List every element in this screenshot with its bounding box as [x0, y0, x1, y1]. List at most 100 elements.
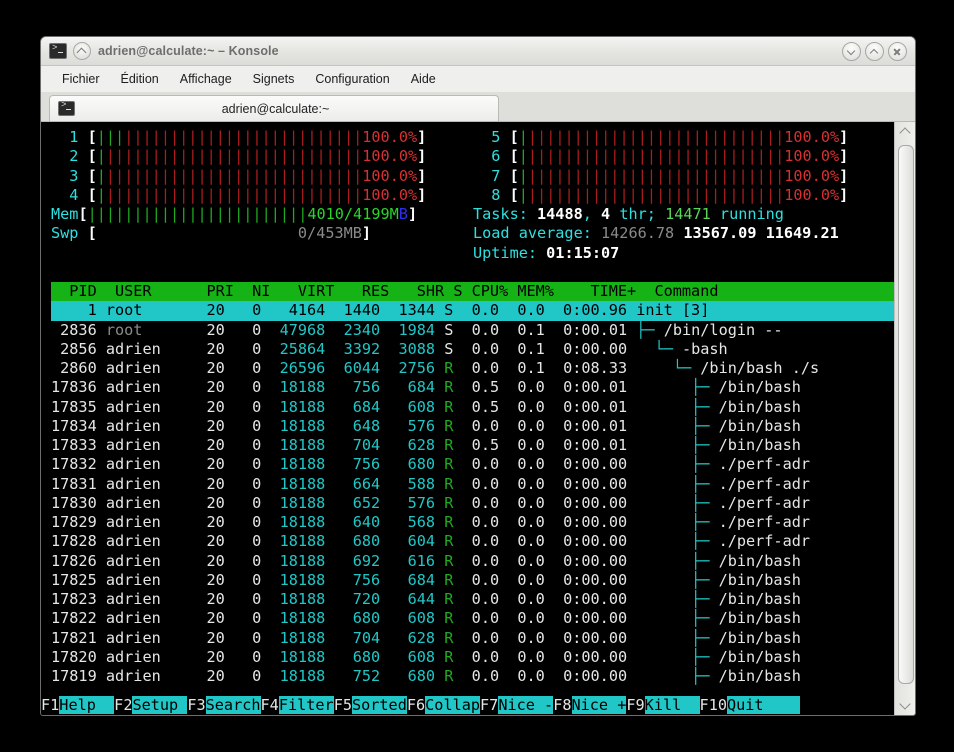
minimize-button[interactable] [842, 42, 861, 61]
cell-tree: ├─ [636, 320, 664, 339]
cell-tree: ├─ [636, 474, 719, 493]
cell-res: 3392 [334, 339, 390, 358]
terminal-area: 1 [|||||||||||||||||||||||||||||100.0%] … [41, 121, 915, 715]
fkey-f9-key[interactable]: F9 [626, 695, 645, 714]
tasks-thr-count: 4 [601, 205, 611, 223]
cell-cpu: 0.0 [462, 513, 509, 531]
table-row[interactable]: 17823 adrien 20 0 18188 720 644 R 0.0 0.… [51, 590, 894, 609]
table-row[interactable]: 17820 adrien 20 0 18188 680 608 R 0.0 0.… [51, 648, 894, 667]
meter-cell-high: | [738, 185, 748, 204]
menu-aide[interactable]: Aide [402, 70, 445, 88]
scrollbar-thumb[interactable] [898, 145, 914, 684]
fkey-f5-key[interactable]: F5 [333, 695, 352, 714]
fkey-f7-label[interactable]: Nice - [498, 695, 554, 714]
fkey-f9-label[interactable]: Kill [644, 695, 700, 714]
fkey-f6-key[interactable]: F6 [406, 695, 426, 714]
meter-row: Swp [ 0/453MB] [51, 224, 473, 243]
tab-adrien-calculate[interactable]: adrien@calculate:~ [49, 95, 499, 121]
menu-fichier[interactable]: Fichier [53, 70, 109, 88]
meter-cell-high: | [765, 185, 776, 204]
cell-time: 0:08.33 [553, 359, 637, 377]
fkey-f3-label[interactable]: Search [205, 695, 261, 714]
menu-signets[interactable]: Signets [244, 70, 304, 88]
htop-screen[interactable]: 1 [|||||||||||||||||||||||||||||100.0%] … [41, 122, 894, 715]
cpu-meter-value: 100.0% [362, 128, 418, 146]
window-titlebar[interactable]: adrien@calculate:~ – Konsole [41, 37, 915, 66]
mem-cell: | [179, 205, 189, 223]
fkey-f5-label[interactable]: Sorted [351, 695, 407, 714]
fkey-f7-key[interactable]: F7 [480, 695, 499, 714]
cell-cpu: 0.0 [462, 416, 509, 435]
fkey-f1-label[interactable]: Help [59, 695, 115, 714]
fkey-f8-key[interactable]: F8 [553, 695, 572, 714]
menu-edition[interactable]: Édition [112, 70, 168, 88]
table-row[interactable]: 17831 adrien 20 0 18188 664 588 R 0.0 0.… [51, 475, 894, 494]
cell-virt: 18188 [270, 455, 335, 474]
meter-cell-high: | [674, 128, 684, 146]
menubar: Fichier Édition Affichage Signets Config… [41, 66, 915, 93]
meter-cell-high: | [591, 128, 602, 146]
meter-cell-high: | [628, 147, 638, 166]
cell-ni: 0 [233, 532, 271, 551]
cell-shr: 680 [389, 455, 445, 474]
meter-cell-high: | [619, 166, 629, 185]
fkey-f6-label[interactable]: Collap [425, 695, 481, 714]
cell-command: /bin/bash [718, 667, 801, 685]
table-row[interactable]: 17833 adrien 20 0 18188 704 628 R 0.5 0.… [51, 436, 894, 455]
cell-pri: 20 [197, 436, 234, 454]
mem-cell: | [96, 205, 106, 223]
scroll-down-icon[interactable] [897, 699, 913, 713]
meter-cell-high: | [325, 128, 335, 146]
shade-icon[interactable] [73, 42, 91, 60]
menu-affichage[interactable]: Affichage [171, 70, 241, 88]
cell-command: ./perf-adr [718, 474, 810, 493]
terminal-scrollbar[interactable] [894, 122, 915, 715]
meter-cell-high: | [527, 128, 538, 146]
table-row[interactable]: 2836 root 20 0 47968 2340 1984 S 0.0 0.1… [51, 321, 894, 340]
fkey-f2-label[interactable]: Setup [132, 695, 188, 714]
table-row[interactable]: 17829 adrien 20 0 18188 640 568 R 0.0 0.… [51, 513, 894, 532]
table-row[interactable]: 17835 adrien 20 0 18188 684 608 R 0.5 0.… [51, 398, 894, 417]
close-button[interactable] [888, 42, 907, 61]
table-row[interactable]: 2856 adrien 20 0 25864 3392 3088 S 0.0 0… [51, 340, 894, 359]
fkey-f4-key[interactable]: F4 [260, 695, 279, 714]
menu-configuration[interactable]: Configuration [306, 70, 398, 88]
fkey-f3-key[interactable]: F3 [187, 695, 206, 714]
table-row[interactable]: 17836 adrien 20 0 18188 756 684 R 0.5 0.… [51, 378, 894, 397]
cell-res: 652 [334, 493, 390, 512]
meter-row: Tasks: 14488, 4 thr; 14471 running [473, 205, 848, 224]
cell-time: 0:00.00 [553, 455, 637, 474]
scroll-up-icon[interactable] [897, 124, 913, 138]
fkey-f8-label[interactable]: Nice + [571, 695, 627, 714]
fkey-f10-key[interactable]: F10 [699, 695, 727, 714]
meter-bracket: [ [87, 128, 97, 146]
table-row[interactable]: 17825 adrien 20 0 18188 756 684 R 0.0 0.… [51, 571, 894, 590]
cell-mem: 0.1 [508, 359, 554, 377]
maximize-button[interactable] [865, 42, 884, 61]
cell-user: adrien [105, 493, 198, 512]
cell-time: 0:00.01 [553, 436, 637, 454]
scrollbar-track[interactable] [898, 139, 914, 698]
table-row[interactable]: 17822 adrien 20 0 18188 680 608 R 0.0 0.… [51, 609, 894, 628]
fkey-f10-label[interactable]: Quit [726, 695, 782, 714]
table-row[interactable]: 17826 adrien 20 0 18188 692 616 R 0.0 0.… [51, 552, 894, 571]
meter-bracket: [ [87, 166, 97, 185]
table-row[interactable]: 2860 adrien 20 0 26596 6044 2756 R 0.0 0… [51, 359, 894, 378]
meter-cell-high: | [261, 166, 271, 185]
table-row[interactable]: 17832 adrien 20 0 18188 756 680 R 0.0 0.… [51, 455, 894, 474]
fkey-f4-label[interactable]: Filter [278, 695, 334, 714]
cell-command: /bin/bash [718, 647, 801, 666]
meter-cell-high: | [142, 166, 152, 185]
table-row[interactable]: 17830 adrien 20 0 18188 652 576 R 0.0 0.… [51, 494, 894, 513]
terminal-icon [58, 100, 75, 116]
table-row[interactable]: 17821 adrien 20 0 18188 704 628 R 0.0 0.… [51, 629, 894, 648]
meter-cell-high: | [160, 185, 170, 204]
fkey-f1-key[interactable]: F1 [41, 695, 60, 714]
table-row[interactable]: 17819 adrien 20 0 18188 752 680 R 0.0 0.… [51, 667, 894, 686]
fkey-f2-key[interactable]: F2 [114, 695, 133, 714]
table-row[interactable]: 17828 adrien 20 0 18188 680 604 R 0.0 0.… [51, 532, 894, 551]
cell-shr: 628 [389, 628, 445, 647]
table-row[interactable]: 1 root 20 0 4164 1440 1344 S 0.0 0.0 0:0… [51, 301, 894, 321]
meter-cell-high: | [775, 166, 785, 185]
table-row[interactable]: 17834 adrien 20 0 18188 648 576 R 0.0 0.… [51, 417, 894, 436]
